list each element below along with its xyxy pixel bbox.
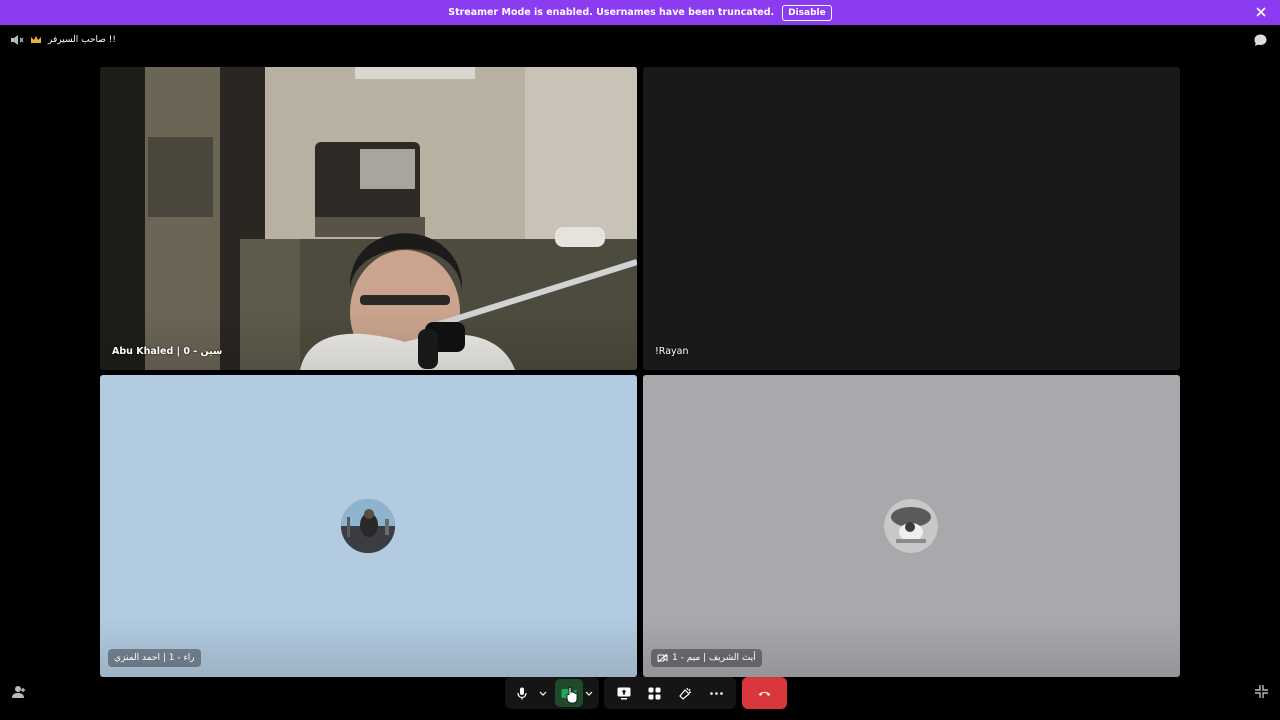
avatar-image — [884, 499, 938, 553]
more-icon — [710, 691, 723, 695]
microphone-button[interactable] — [507, 679, 537, 707]
tile-gradient — [100, 617, 637, 677]
banner-message: Streamer Mode is enabled. Usernames have… — [448, 7, 775, 18]
activities-button[interactable] — [640, 679, 670, 707]
soundboard-icon — [679, 687, 692, 700]
voice-channel-header: صاحب السيرفر !! — [10, 33, 116, 47]
speaker-muted-icon[interactable] — [10, 34, 24, 46]
participant-name: Abu Khaled | 0 - سين — [112, 346, 223, 357]
camera-button[interactable] — [555, 679, 583, 707]
participant-tile-video[interactable]: Abu Khaled | 0 - سين — [100, 67, 637, 370]
streamer-mode-banner: Streamer Mode is enabled. Usernames have… — [0, 0, 1280, 25]
call-action-controls — [604, 677, 736, 709]
chat-icon[interactable] — [1253, 33, 1268, 48]
disconnect-button[interactable] — [742, 677, 787, 709]
microphone-icon — [517, 687, 527, 699]
participant-tile-avatar[interactable]: راء - 1 | احمد المنزي — [100, 375, 637, 677]
camera-icon — [561, 688, 577, 698]
video-off-icon — [657, 653, 668, 663]
participant-tile-empty[interactable]: !Rayan — [643, 67, 1180, 370]
close-icon[interactable] — [1254, 5, 1268, 19]
more-options-button[interactable] — [702, 679, 732, 707]
avatar-image — [341, 499, 395, 553]
chevron-down-icon — [539, 691, 547, 696]
disable-streamer-mode-button[interactable]: Disable — [782, 4, 832, 21]
hang-up-icon — [758, 691, 771, 696]
avatar — [341, 499, 395, 553]
participant-name: راء - 1 | احمد المنزي — [114, 653, 195, 663]
tile-gradient — [100, 310, 637, 370]
crown-icon — [31, 36, 41, 43]
screen-share-button[interactable] — [609, 679, 639, 707]
tile-gradient — [643, 617, 1180, 677]
chevron-down-icon — [585, 691, 593, 696]
audio-video-controls — [505, 677, 599, 709]
participant-tile-avatar[interactable]: أيث الشريف | ميم - 1 — [643, 375, 1180, 677]
activities-icon — [648, 687, 661, 699]
soundboard-button[interactable] — [671, 679, 701, 707]
screen-share-icon — [617, 687, 630, 699]
invite-user-icon[interactable] — [11, 684, 27, 700]
avatar — [884, 499, 938, 553]
call-controls-bar — [0, 677, 1280, 709]
participant-name: !Rayan — [655, 346, 689, 357]
exit-fullscreen-icon[interactable] — [1254, 684, 1269, 699]
participant-name: أيث الشريف | ميم - 1 — [672, 653, 756, 663]
camera-options-chevron[interactable] — [583, 679, 595, 707]
channel-name: صاحب السيرفر !! — [48, 35, 116, 45]
participant-name-pill: راء - 1 | احمد المنزي — [108, 649, 201, 667]
microphone-options-chevron[interactable] — [537, 679, 549, 707]
participant-name-pill: أيث الشريف | ميم - 1 — [651, 649, 762, 667]
